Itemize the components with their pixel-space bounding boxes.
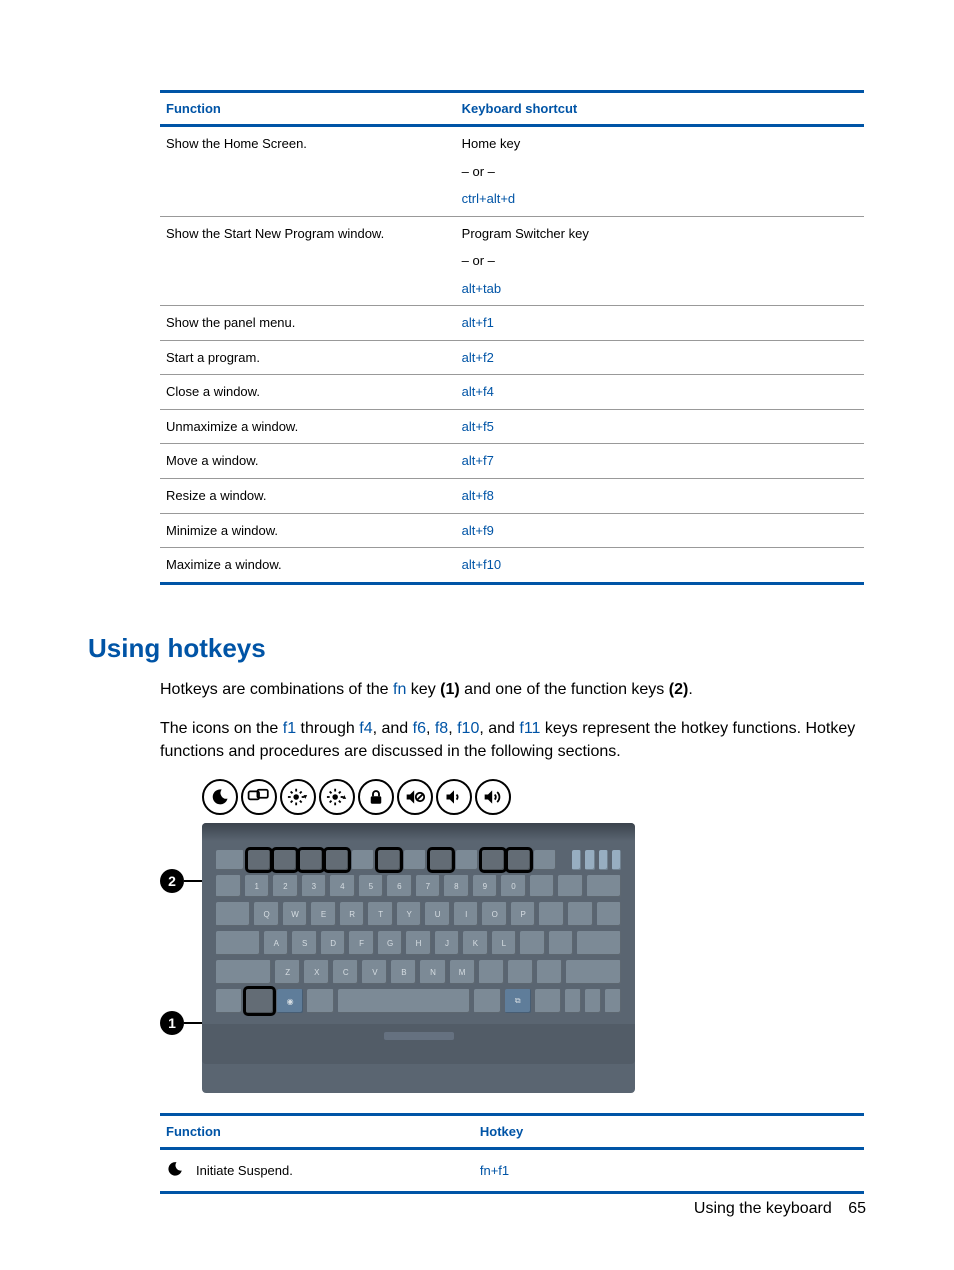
brightness-down-icon: [280, 779, 316, 815]
section-heading-using-hotkeys: Using hotkeys: [88, 633, 866, 664]
page-footer: Using the keyboard 65: [694, 1200, 866, 1218]
column-header-hotkey: Hotkey: [474, 1115, 864, 1149]
volume-up-icon: [475, 779, 511, 815]
footer-section-label: Using the keyboard: [694, 1200, 832, 1217]
column-header-function: Function: [160, 1115, 474, 1149]
mute-icon: [397, 779, 433, 815]
shortcut-cell: alt+f1: [456, 306, 864, 341]
table-row: Minimize a window.alt+f9: [160, 513, 864, 548]
table-row: Maximize a window.alt+f10: [160, 548, 864, 584]
shortcut-table-body: Show the Home Screen.Home key– or –ctrl+…: [160, 126, 864, 584]
table-row: Move a window.alt+f7: [160, 444, 864, 479]
document-page: Function Keyboard shortcut Show the Home…: [0, 0, 954, 1270]
function-cell: Start a program.: [160, 340, 456, 375]
keyboard-diagram: 2 1: [160, 779, 635, 1093]
function-cell: Show the Start New Program window.: [160, 216, 456, 306]
hotkeys-intro-paragraph-2: The icons on the f1 through f4, and f6, …: [160, 717, 864, 763]
hotkey-function-cell: Initiate Suspend.: [190, 1149, 474, 1193]
table-row: Show the Home Screen.Home key– or –ctrl+…: [160, 126, 864, 217]
shortcut-cell: alt+f9: [456, 513, 864, 548]
function-cell: Close a window.: [160, 375, 456, 410]
shortcut-cell: alt+f4: [456, 375, 864, 410]
shortcut-cell: Program Switcher key– or –alt+tab: [456, 216, 864, 306]
table-row: Show the Start New Program window.Progra…: [160, 216, 864, 306]
table-row: Show the panel menu.alt+f1: [160, 306, 864, 341]
shortcut-cell: alt+f7: [456, 444, 864, 479]
callout-number-2: 2: [160, 869, 184, 893]
column-header-shortcut: Keyboard shortcut: [456, 92, 864, 126]
function-cell: Move a window.: [160, 444, 456, 479]
brightness-up-icon: [319, 779, 355, 815]
function-cell: Show the panel menu.: [160, 306, 456, 341]
hotkeys-intro-paragraph-1: Hotkeys are combinations of the fn key (…: [160, 678, 864, 701]
shortcut-cell: alt+f8: [456, 479, 864, 514]
function-cell: Minimize a window.: [160, 513, 456, 548]
hotkey-table: Function Hotkey Initiate Suspend. fn+f1: [160, 1113, 864, 1194]
shortcut-cell: alt+f5: [456, 409, 864, 444]
table-row: Close a window.alt+f4: [160, 375, 864, 410]
fn-key-label: fn: [393, 681, 406, 698]
lock-icon: [358, 779, 394, 815]
column-header-function: Function: [160, 92, 456, 126]
table-row: Resize a window.alt+f8: [160, 479, 864, 514]
function-cell: Unmaximize a window.: [160, 409, 456, 444]
table-row: Unmaximize a window.alt+f5: [160, 409, 864, 444]
hotkey-key-cell: fn+f1: [474, 1149, 864, 1193]
fn-key: [246, 989, 272, 1013]
shortcut-cell: alt+f2: [456, 340, 864, 375]
moon-icon: [202, 779, 238, 815]
table-row: Start a program.alt+f2: [160, 340, 864, 375]
function-cell: Show the Home Screen.: [160, 126, 456, 217]
keyboard-illustration: 1234567890 QWERTYUIOP ASDFGHJKL ZXCVBNM …: [202, 823, 635, 1093]
function-cell: Maximize a window.: [160, 548, 456, 584]
shortcut-cell: Home key– or –ctrl+alt+d: [456, 126, 864, 217]
shortcut-cell: alt+f10: [456, 548, 864, 584]
display-switch-icon: [241, 779, 277, 815]
keyboard-shortcut-table: Function Keyboard shortcut Show the Home…: [160, 90, 864, 585]
hotkey-icons-row: [160, 779, 635, 815]
moon-icon: [166, 1160, 184, 1178]
callout-number-1: 1: [160, 1011, 184, 1035]
function-cell: Resize a window.: [160, 479, 456, 514]
volume-down-icon: [436, 779, 472, 815]
footer-page-number: 65: [848, 1200, 866, 1217]
